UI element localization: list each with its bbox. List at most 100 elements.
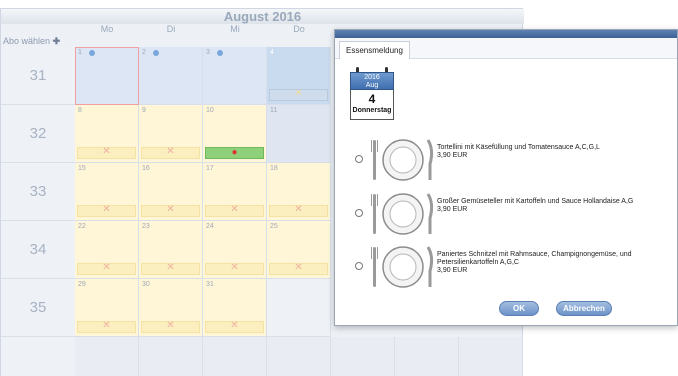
dialog-tabbar: Essensmeldung <box>335 38 677 59</box>
meal-bar[interactable]: ✕ <box>205 262 264 275</box>
date-day: 4 <box>368 92 376 106</box>
day-cell[interactable]: 18 ✕ <box>267 163 331 221</box>
cancel-x-icon: ✕ <box>102 262 111 273</box>
day-number: 30 <box>142 281 150 288</box>
meal-bar[interactable]: ✕ <box>205 320 264 333</box>
day-number: 22 <box>78 223 86 230</box>
dialog-buttons: OK Abbrechen <box>335 301 677 317</box>
day-number: 15 <box>78 165 86 172</box>
dayhead-mi: Mi <box>230 24 240 34</box>
dialog-titlebar[interactable] <box>335 30 677 38</box>
day-cell[interactable]: 16 ✕ <box>139 163 203 221</box>
meal-text: Tortellini mit Käsefüllung und Tomatensa… <box>437 144 677 160</box>
week-number: 34 <box>1 221 75 279</box>
day-number: 2 <box>142 49 146 56</box>
meal-name: Großer Gemüseteller mit Kartoffeln und S… <box>437 198 634 205</box>
tab-essensmeldung[interactable]: Essensmeldung <box>339 41 410 59</box>
plate-icon <box>371 139 434 181</box>
day-number: 3 <box>206 49 210 56</box>
meal-bar[interactable]: ✕ <box>77 204 136 217</box>
day-cell-empty <box>203 337 267 376</box>
day-number: 31 <box>206 281 214 288</box>
meal-bar[interactable]: ✕ <box>141 204 200 217</box>
meal-radio[interactable] <box>355 209 363 217</box>
meal-option[interactable]: Tortellini mit Käsefüllung und Tomatensa… <box>355 137 675 183</box>
meal-bar[interactable]: ✕ <box>141 320 200 333</box>
meal-text: Paniertes Schnitzel mit Rahmsauce, Champ… <box>437 251 677 275</box>
day-number: 1 <box>78 49 82 56</box>
meal-option[interactable]: Großer Gemüseteller mit Kartoffeln und S… <box>355 191 675 237</box>
day-cell[interactable]: 29 ✕ <box>75 279 139 337</box>
ok-button[interactable]: OK <box>499 301 539 316</box>
day-cell[interactable]: 31 ✕ <box>203 279 267 337</box>
week-number-empty <box>1 337 75 376</box>
calendar-month-title: August 2016 <box>1 9 524 24</box>
day-cell-empty <box>75 337 139 376</box>
meal-bar[interactable]: ✕ <box>141 262 200 275</box>
day-cell[interactable]: 4 ✕ <box>267 47 331 105</box>
day-cell[interactable]: 8 ✕ <box>75 105 139 163</box>
day-cell[interactable]: 30 ✕ <box>139 279 203 337</box>
meal-bar[interactable]: ✕ <box>205 204 264 217</box>
cancel-x-icon: ✕ <box>230 204 239 215</box>
meal-bar[interactable]: ✕ <box>141 146 200 159</box>
cancel-x-icon: ✕ <box>166 320 175 331</box>
week-number: 31 <box>1 47 75 105</box>
meal-text: Großer Gemüseteller mit Kartoffeln und S… <box>437 198 677 214</box>
cancel-x-icon: ✕ <box>166 204 175 215</box>
meal-name: Tortellini mit Käsefüllung und Tomatensa… <box>437 144 600 151</box>
meal-radio[interactable] <box>355 262 363 270</box>
cancel-x-icon: ✕ <box>166 146 175 157</box>
cancel-x-icon: ✕ <box>102 146 111 157</box>
info-icon <box>89 50 95 56</box>
day-cell[interactable]: 17 ✕ <box>203 163 267 221</box>
meal-bar[interactable]: ✕ <box>77 320 136 333</box>
day-cell[interactable]: 22 ✕ <box>75 221 139 279</box>
day-cell[interactable]: 2 <box>139 47 203 105</box>
day-cell[interactable]: 3 <box>203 47 267 105</box>
day-cell[interactable]: 11 <box>267 105 331 163</box>
day-cell-empty <box>459 337 523 376</box>
day-cell[interactable]: 10 ● <box>203 105 267 163</box>
cancel-x-icon: ✕ <box>102 204 111 215</box>
meal-bar[interactable]: ✕ <box>269 262 328 275</box>
app-stage: August 2016 Mo Di Mi Do Abo wählen ✚ 31 … <box>0 0 678 376</box>
meal-price: 3,90 EUR <box>437 267 468 274</box>
day-number: 11 <box>270 107 278 114</box>
dayhead-do: Do <box>293 24 305 34</box>
cancel-x-icon: ✕ <box>230 320 239 331</box>
info-icon <box>217 50 223 56</box>
meal-radio[interactable] <box>355 155 363 163</box>
cancel-x-icon: ✕ <box>102 320 111 331</box>
meal-bar[interactable]: ✕ <box>269 204 328 217</box>
day-cell[interactable]: 1 <box>75 47 139 105</box>
cancel-x-icon: ✕ <box>294 88 303 99</box>
cancel-x-icon: ✕ <box>294 262 303 273</box>
cancel-button[interactable]: Abbrechen <box>556 301 612 316</box>
meal-bar[interactable]: ✕ <box>77 146 136 159</box>
day-cell[interactable]: 23 ✕ <box>139 221 203 279</box>
day-cell[interactable]: 25 ✕ <box>267 221 331 279</box>
apple-icon: ● <box>231 147 238 158</box>
cancel-x-icon: ✕ <box>230 262 239 273</box>
day-cell[interactable]: 15 ✕ <box>75 163 139 221</box>
day-number: 16 <box>142 165 150 172</box>
day-number: 29 <box>78 281 86 288</box>
day-number: 23 <box>142 223 150 230</box>
info-icon <box>153 50 159 56</box>
meal-bar[interactable]: ✕ <box>269 88 328 101</box>
meal-dialog: Essensmeldung 2016 Aug 4 Donnerstag Tort… <box>334 29 678 326</box>
day-number: 10 <box>206 107 214 114</box>
plate-icon <box>371 193 434 235</box>
day-cell[interactable]: 9 ✕ <box>139 105 203 163</box>
arrow-right-icon: ✚ <box>52 36 61 46</box>
meal-bar[interactable]: ✕ <box>77 262 136 275</box>
week-number: 32 <box>1 105 75 163</box>
meal-name: Paniertes Schnitzel mit Rahmsauce, Champ… <box>437 251 632 266</box>
calendar-date-icon: 2016 Aug 4 Donnerstag <box>350 67 394 120</box>
day-cell[interactable]: 24 ✕ <box>203 221 267 279</box>
meal-bar-selected[interactable]: ● <box>205 147 264 159</box>
meal-option[interactable]: Paniertes Schnitzel mit Rahmsauce, Champ… <box>355 244 675 290</box>
abo-select[interactable]: Abo wählen ✚ <box>3 35 75 47</box>
day-cell-empty <box>395 337 459 376</box>
